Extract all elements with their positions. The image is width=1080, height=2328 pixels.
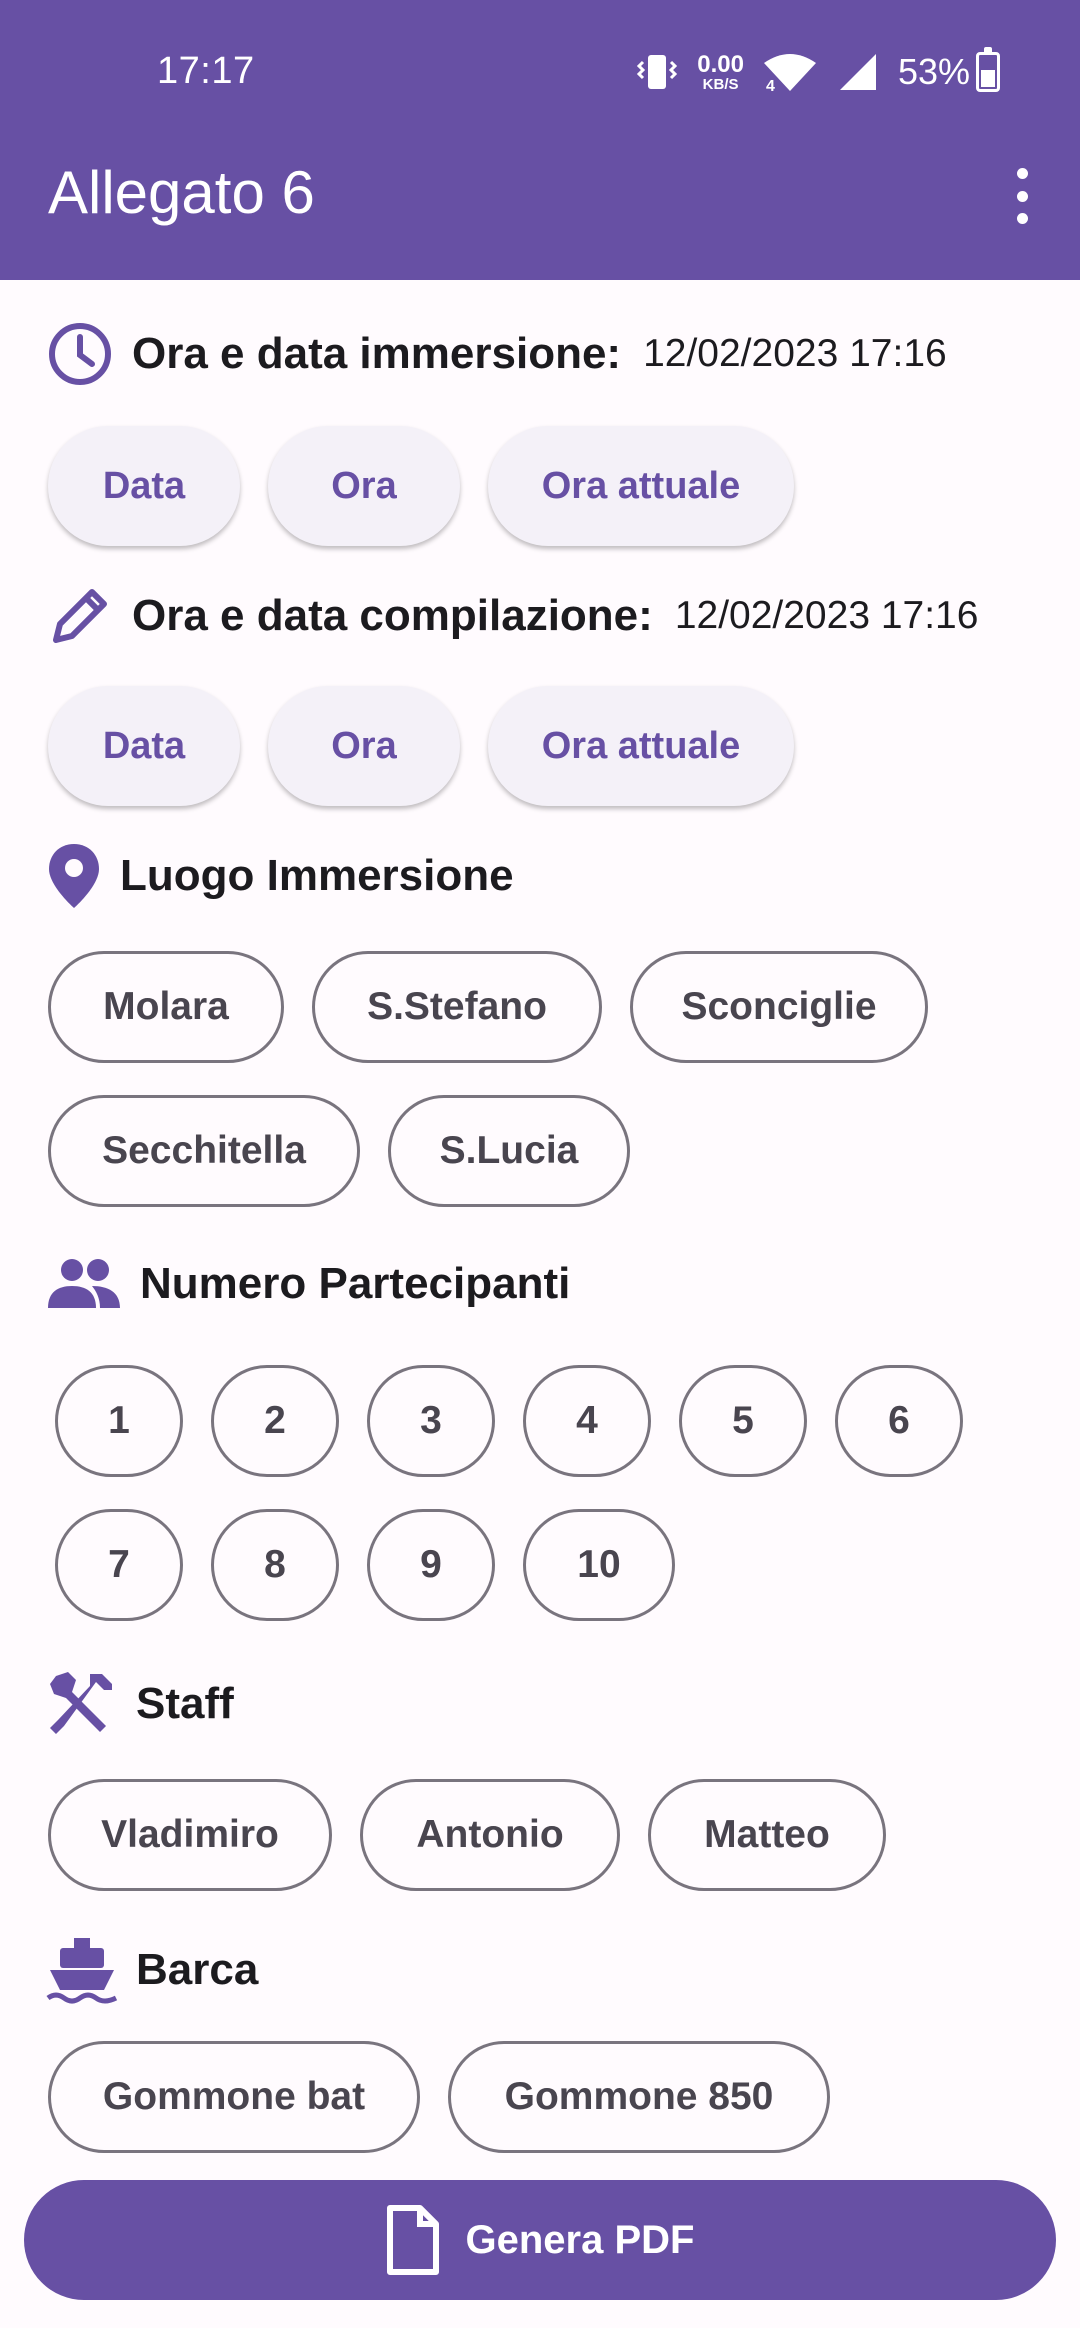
participants-chip-8[interactable]: 8 xyxy=(211,1509,339,1621)
dive-time-buttons: Data Ora Ora attuale xyxy=(48,426,794,546)
staff-label: Staff xyxy=(136,1679,234,1728)
staff-chip-matteo[interactable]: Matteo xyxy=(648,1779,886,1891)
boat-chips-row: Gommone bat Gommone 850 xyxy=(48,2041,830,2153)
location-header: Luogo Immersione xyxy=(46,842,514,910)
wifi-label: 4 xyxy=(766,78,775,93)
signal-icon xyxy=(839,54,876,90)
participants-chip-4[interactable]: 4 xyxy=(523,1365,651,1477)
staff-chip-antonio[interactable]: Antonio xyxy=(360,1779,620,1891)
more-vert-icon[interactable] xyxy=(1010,168,1034,224)
fill-time-buttons: Data Ora Ora attuale xyxy=(48,686,794,806)
dive-time-label: Ora e data immersione: xyxy=(132,329,622,378)
staff-chip-vladimiro[interactable]: Vladimiro xyxy=(48,1779,332,1891)
generate-pdf-label: Genera PDF xyxy=(465,2217,695,2262)
document-icon xyxy=(386,2205,439,2275)
participants-chip-3[interactable]: 3 xyxy=(367,1365,495,1477)
tools-icon xyxy=(50,1672,112,1734)
dive-now-button[interactable]: Ora attuale xyxy=(488,426,794,546)
battery: 53% xyxy=(897,47,1000,93)
staff-chips-row: Vladimiro Antonio Matteo xyxy=(48,1779,886,1891)
network-speed-value: 0.00 xyxy=(697,50,744,78)
battery-icon xyxy=(976,47,1000,92)
status-time: 17:17 xyxy=(157,50,255,92)
network-speed: 0.00 KB/S xyxy=(697,50,744,93)
boat-label: Barca xyxy=(136,1945,259,1994)
battery-percent: 53% xyxy=(897,51,970,92)
participants-chip-7[interactable]: 7 xyxy=(55,1509,183,1621)
fill-time-value: 12/02/2023 17:16 xyxy=(674,594,979,637)
participants-chip-10[interactable]: 10 xyxy=(523,1509,675,1621)
clock-icon xyxy=(49,323,111,385)
fill-time-label: Ora e data compilazione: xyxy=(132,591,653,640)
participants-chip-2[interactable]: 2 xyxy=(211,1365,339,1477)
location-chip-molara[interactable]: Molara xyxy=(48,951,284,1063)
participants-chip-1[interactable]: 1 xyxy=(55,1365,183,1477)
pencil-icon xyxy=(53,589,107,643)
location-chip-s-lucia[interactable]: S.Lucia xyxy=(388,1095,630,1207)
participants-header: Numero Partecipanti xyxy=(46,1256,570,1312)
location-pin-icon xyxy=(49,844,99,908)
fill-time-button[interactable]: Ora xyxy=(268,686,460,806)
participants-chip-5[interactable]: 5 xyxy=(679,1365,807,1477)
dive-time-value: 12/02/2023 17:16 xyxy=(643,332,947,375)
location-chip-s-stefano[interactable]: S.Stefano xyxy=(312,951,602,1063)
boat-header: Barca xyxy=(46,1934,258,2006)
location-chip-sconciglie[interactable]: Sconciglie xyxy=(630,951,928,1063)
participants-chips-row-2: 7 8 9 10 xyxy=(55,1509,675,1621)
boat-icon xyxy=(46,1938,118,2004)
fill-now-button[interactable]: Ora attuale xyxy=(488,686,794,806)
wifi-icon: 4 xyxy=(763,54,816,93)
fill-date-button[interactable]: Data xyxy=(48,686,240,806)
dive-date-button[interactable]: Data xyxy=(48,426,240,546)
status-icons: 0.00 KB/S 4 53% xyxy=(635,44,1000,100)
staff-header: Staff xyxy=(46,1668,234,1740)
generate-pdf-button[interactable]: Genera PDF xyxy=(24,2180,1056,2300)
location-chip-secchitella[interactable]: Secchitella xyxy=(48,1095,360,1207)
top-app-bar: 17:17 0.00 KB/S 4 53% Allegato 6 xyxy=(0,0,1080,280)
location-chips-row-2: Secchitella S.Lucia xyxy=(48,1095,630,1207)
vibrate-icon xyxy=(637,55,678,89)
participants-chips-row-1: 1 2 3 4 5 6 xyxy=(55,1365,963,1477)
network-speed-unit: KB/S xyxy=(702,75,739,93)
participants-label: Numero Partecipanti xyxy=(140,1259,571,1308)
location-chips-row-1: Molara S.Stefano Sconciglie xyxy=(48,951,928,1063)
group-icon xyxy=(48,1259,120,1308)
dive-time-button[interactable]: Ora xyxy=(268,426,460,546)
dive-time-header: Ora e data immersione: 12/02/2023 17:16 xyxy=(46,320,947,388)
location-label: Luogo Immersione xyxy=(120,851,514,900)
boat-chip-gommone-850[interactable]: Gommone 850 xyxy=(448,2041,830,2153)
app-title: Allegato 6 xyxy=(48,159,315,226)
boat-chip-gommone-bat[interactable]: Gommone bat xyxy=(48,2041,420,2153)
fill-time-header: Ora e data compilazione: 12/02/2023 17:1… xyxy=(46,582,978,650)
participants-chip-6[interactable]: 6 xyxy=(835,1365,963,1477)
participants-chip-9[interactable]: 9 xyxy=(367,1509,495,1621)
